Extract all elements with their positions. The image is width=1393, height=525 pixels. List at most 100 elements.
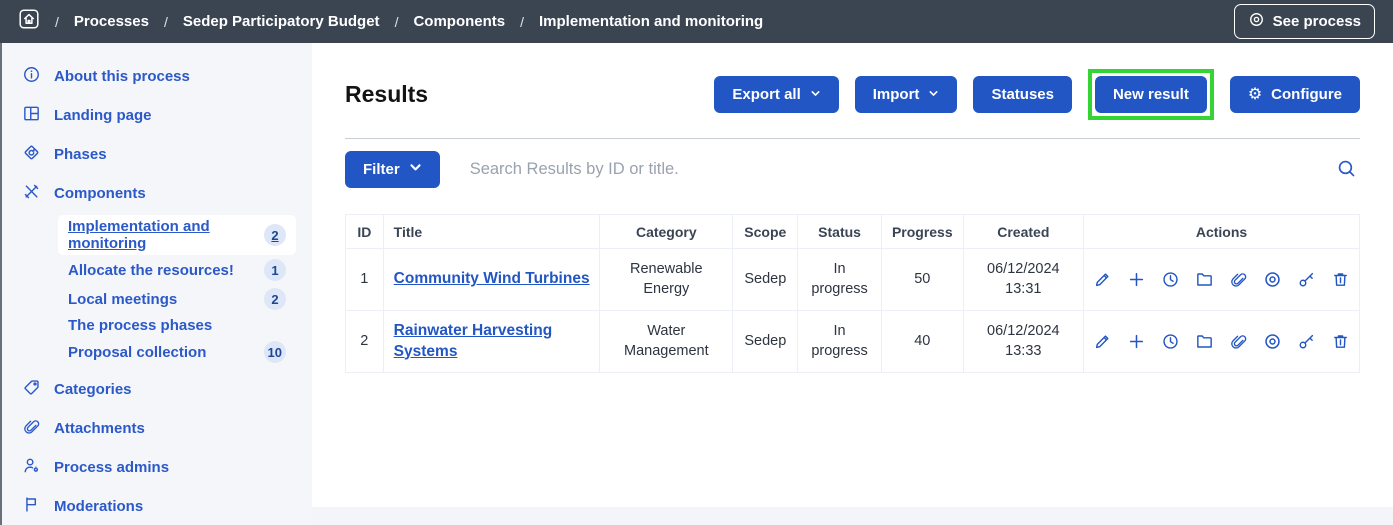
result-title-link[interactable]: Community Wind Turbines: [394, 270, 590, 287]
header-status: Status: [798, 215, 882, 249]
breadcrumb-separator: /: [395, 14, 399, 30]
configure-label: Configure: [1271, 86, 1342, 103]
edit-icon[interactable]: [1092, 269, 1113, 290]
row-actions: [1092, 269, 1351, 290]
sidebar-item-label: Landing page: [54, 107, 152, 124]
subnav-item-local-meetings[interactable]: Local meetings 2: [58, 285, 296, 313]
user-gear-icon: [22, 456, 41, 479]
header-created: Created: [963, 215, 1083, 249]
breadcrumb-components[interactable]: Components: [413, 13, 505, 30]
subnav-item-label: Local meetings: [68, 291, 177, 308]
edit-icon[interactable]: [1092, 331, 1113, 352]
table-header-row: ID Title Category Scope Status Progress …: [346, 215, 1360, 249]
chevron-down-icon: [810, 86, 821, 103]
subnav-item-proposal-collection[interactable]: Proposal collection 10: [58, 338, 296, 366]
breadcrumb-current-component[interactable]: Implementation and monitoring: [539, 13, 763, 30]
cell-category: Renewable Energy: [600, 249, 733, 311]
flag-icon: [22, 495, 41, 518]
new-result-button[interactable]: New result: [1095, 76, 1207, 113]
add-icon[interactable]: [1126, 269, 1147, 290]
statuses-label: Statuses: [991, 86, 1054, 103]
count-badge: 1: [264, 259, 286, 281]
breadcrumb-process-name[interactable]: Sedep Participatory Budget: [183, 13, 380, 30]
configure-button[interactable]: ⚙ Configure: [1230, 76, 1360, 113]
import-button[interactable]: Import: [855, 76, 958, 113]
history-clock-icon[interactable]: [1160, 331, 1181, 352]
header-id: ID: [346, 215, 384, 249]
cell-created: 06/12/2024 13:33: [963, 311, 1083, 373]
export-all-button[interactable]: Export all: [714, 76, 838, 113]
sidebar-item-label: Categories: [54, 381, 132, 398]
home-icon: [18, 8, 40, 35]
header-category: Category: [600, 215, 733, 249]
cell-created: 06/12/2024 13:31: [963, 249, 1083, 311]
add-icon[interactable]: [1126, 331, 1147, 352]
search-icon: [1336, 158, 1357, 182]
import-label: Import: [873, 86, 920, 103]
tools-icon: [22, 182, 41, 205]
cell-category: Water Management: [600, 311, 733, 373]
preview-eye-icon[interactable]: [1262, 331, 1283, 352]
sidebar-item-label: Moderations: [54, 498, 143, 515]
attachment-paperclip-icon[interactable]: [1228, 331, 1249, 352]
header-progress: Progress: [881, 215, 963, 249]
sidebar-item-label: Process admins: [54, 459, 169, 476]
sidebar-item-process-admins[interactable]: Process admins: [2, 448, 312, 487]
result-title-link[interactable]: Rainwater Harvesting Systems: [394, 322, 553, 360]
new-result-label: New result: [1113, 86, 1189, 103]
sidebar-item-about[interactable]: About this process: [2, 57, 312, 96]
preview-eye-icon[interactable]: [1262, 269, 1283, 290]
breadcrumb-separator: /: [520, 14, 524, 30]
history-clock-icon[interactable]: [1160, 269, 1181, 290]
breadcrumb-processes[interactable]: Processes: [74, 13, 149, 30]
home-breadcrumb-link[interactable]: [18, 8, 40, 35]
delete-trash-icon[interactable]: [1330, 269, 1351, 290]
breadcrumb-separator: /: [55, 14, 59, 30]
permissions-key-icon[interactable]: [1296, 269, 1317, 290]
filter-button[interactable]: Filter: [345, 151, 440, 188]
sidebar-item-attachments[interactable]: Attachments: [2, 409, 312, 448]
gear-icon: ⚙: [1248, 87, 1262, 103]
attachment-paperclip-icon[interactable]: [1228, 269, 1249, 290]
search-submit-button[interactable]: [1333, 155, 1360, 185]
sidebar-item-phases[interactable]: Phases: [2, 135, 312, 174]
sidebar-item-categories[interactable]: Categories: [2, 370, 312, 409]
subnav-item-implementation-and-monitoring[interactable]: Implementation and monitoring 2: [58, 215, 296, 255]
sidebar-item-label: Components: [54, 185, 146, 202]
statuses-button[interactable]: Statuses: [973, 76, 1072, 113]
delete-trash-icon[interactable]: [1330, 331, 1351, 352]
toolbar: Export all Import Statuses New re: [714, 69, 1360, 120]
results-table: ID Title Category Scope Status Progress …: [345, 214, 1360, 373]
subnav-item-allocate-the-resources[interactable]: Allocate the resources! 1: [58, 256, 296, 284]
count-badge: 10: [264, 341, 286, 363]
sidebar-item-components[interactable]: Components: [2, 174, 312, 213]
filter-label: Filter: [363, 161, 400, 178]
process-sidebar: About this process Landing page Phases: [2, 43, 312, 525]
folder-icon[interactable]: [1194, 331, 1215, 352]
count-badge: 2: [264, 288, 286, 310]
header-actions: Actions: [1084, 215, 1360, 249]
cell-id: 1: [346, 249, 384, 311]
page-title: Results: [345, 81, 428, 108]
header-title: Title: [383, 215, 600, 249]
sidebar-item-landing-page[interactable]: Landing page: [2, 96, 312, 135]
table-row: 2 Rainwater Harvesting Systems Water Man…: [346, 311, 1360, 373]
subnav-item-the-process-phases[interactable]: The process phases: [58, 314, 296, 337]
cell-progress: 40: [881, 311, 963, 373]
cell-scope: Sedep: [733, 311, 798, 373]
export-all-label: Export all: [732, 86, 800, 103]
table-row: 1 Community Wind Turbines Renewable Ener…: [346, 249, 1360, 311]
info-icon: [22, 65, 41, 88]
see-process-button[interactable]: See process: [1234, 4, 1375, 39]
permissions-key-icon[interactable]: [1296, 331, 1317, 352]
new-result-highlight-box: New result: [1088, 69, 1214, 120]
subnav-item-label: Proposal collection: [68, 344, 206, 361]
chevron-down-icon: [409, 161, 422, 178]
header-scope: Scope: [733, 215, 798, 249]
components-subnav: Implementation and monitoring 2 Allocate…: [58, 215, 296, 366]
search-input[interactable]: [470, 160, 1333, 179]
row-actions: [1092, 331, 1351, 352]
folder-icon[interactable]: [1194, 269, 1215, 290]
sidebar-item-moderations[interactable]: Moderations: [2, 487, 312, 525]
see-process-label: See process: [1273, 13, 1361, 30]
